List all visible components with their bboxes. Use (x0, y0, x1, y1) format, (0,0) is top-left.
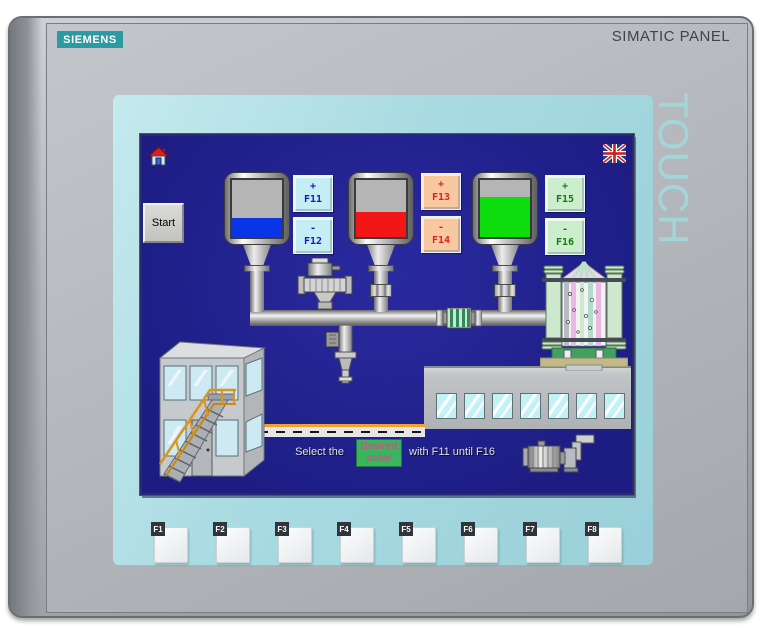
simatic-panel-label: SIMATIC PANEL (611, 28, 731, 45)
desired-color-line2: color (366, 453, 392, 464)
button-f15-plus[interactable]: + F15 (545, 175, 585, 212)
desired-color-line1: Desired (360, 440, 398, 452)
button-f12-minus[interactable]: - F12 (293, 217, 333, 254)
machine-window (520, 393, 541, 419)
tank-green-window (478, 178, 532, 239)
machine-window (464, 393, 485, 419)
road-center-line (259, 431, 425, 433)
mixer-vessel (540, 261, 628, 371)
button-f13-plus[interactable]: + F13 (421, 173, 461, 210)
function-key-f6: F6 (461, 522, 507, 564)
function-key-f2: F2 (213, 522, 259, 564)
tank3-coupling (494, 284, 516, 297)
flow-coupling (436, 307, 482, 329)
function-key-f5: F5 (399, 522, 445, 564)
pump (522, 434, 595, 473)
function-key-f4: F4 (337, 522, 383, 564)
function-key-f3: F3 (275, 522, 321, 564)
tank-blue-liquid (232, 217, 282, 237)
machine-window (604, 393, 625, 419)
plus-sign: + (309, 181, 317, 192)
function-key-f7: F7 (523, 522, 569, 564)
minus-sign: - (561, 224, 569, 235)
main-pipe (250, 310, 550, 326)
home-icon[interactable] (148, 146, 169, 167)
fkey-label: F7 (523, 522, 537, 536)
key-label: F11 (303, 193, 323, 205)
button-f16-minus[interactable]: - F16 (545, 218, 585, 255)
key-label: F12 (303, 235, 323, 247)
language-flag-icon[interactable] (603, 144, 626, 163)
button-f11-plus[interactable]: + F11 (293, 175, 333, 212)
plus-sign: + (561, 181, 569, 192)
tank-blue (224, 172, 290, 245)
panel-left-edge (10, 18, 42, 616)
machine-window (436, 393, 457, 419)
control-room-building (158, 341, 266, 483)
tank-red-liquid (356, 211, 406, 237)
key-label: F16 (555, 236, 575, 248)
message-suffix: with F11 until F16 (409, 446, 496, 458)
tank-green-liquid (480, 197, 530, 237)
siemens-logo: SIEMENS (57, 31, 123, 48)
tank2-funnel (366, 242, 396, 266)
machine-hall (424, 366, 631, 429)
key-label: F13 (431, 191, 451, 203)
tank-red (348, 172, 414, 245)
hmi-panel-body: SIEMENS SIMATIC PANEL TOUCH + F11 - F12 … (8, 16, 754, 618)
machine-window (576, 393, 597, 419)
minus-sign: - (437, 222, 445, 233)
tank1-funnel (242, 242, 272, 266)
tank-blue-window (230, 178, 284, 239)
fkey-label: F8 (585, 522, 599, 536)
fkey-label: F4 (337, 522, 351, 536)
fkey-label: F2 (213, 522, 227, 536)
roadway (259, 424, 425, 437)
function-key-f8: F8 (585, 522, 631, 564)
function-key-f1: F1 (151, 522, 197, 564)
key-label: F14 (431, 234, 451, 246)
tank-green (472, 172, 538, 245)
fkey-label: F1 (151, 522, 165, 536)
outlet-nozzle (326, 325, 357, 384)
tank1-pipe (250, 271, 264, 312)
start-button[interactable]: Start (143, 203, 184, 243)
machine-window (548, 393, 569, 419)
minus-sign: - (309, 223, 317, 234)
fkey-label: F5 (399, 522, 413, 536)
plus-sign: + (437, 179, 445, 190)
tank3-funnel (490, 242, 520, 266)
fkey-label: F3 (275, 522, 289, 536)
tank-red-window (354, 178, 408, 239)
message-prefix: Select the (295, 446, 344, 458)
button-f14-minus[interactable]: - F14 (421, 216, 461, 253)
mixing-valve (297, 258, 353, 310)
key-label: F15 (555, 193, 575, 205)
tank2-coupling (370, 284, 392, 297)
desired-color-button[interactable]: Desired color (356, 439, 402, 467)
touch-label: TOUCH (650, 92, 697, 246)
fkey-label: F6 (461, 522, 475, 536)
hmi-screen: + F11 - F12 + F13 - F14 + F15 - F16 Star… (140, 134, 634, 495)
machine-window (492, 393, 513, 419)
